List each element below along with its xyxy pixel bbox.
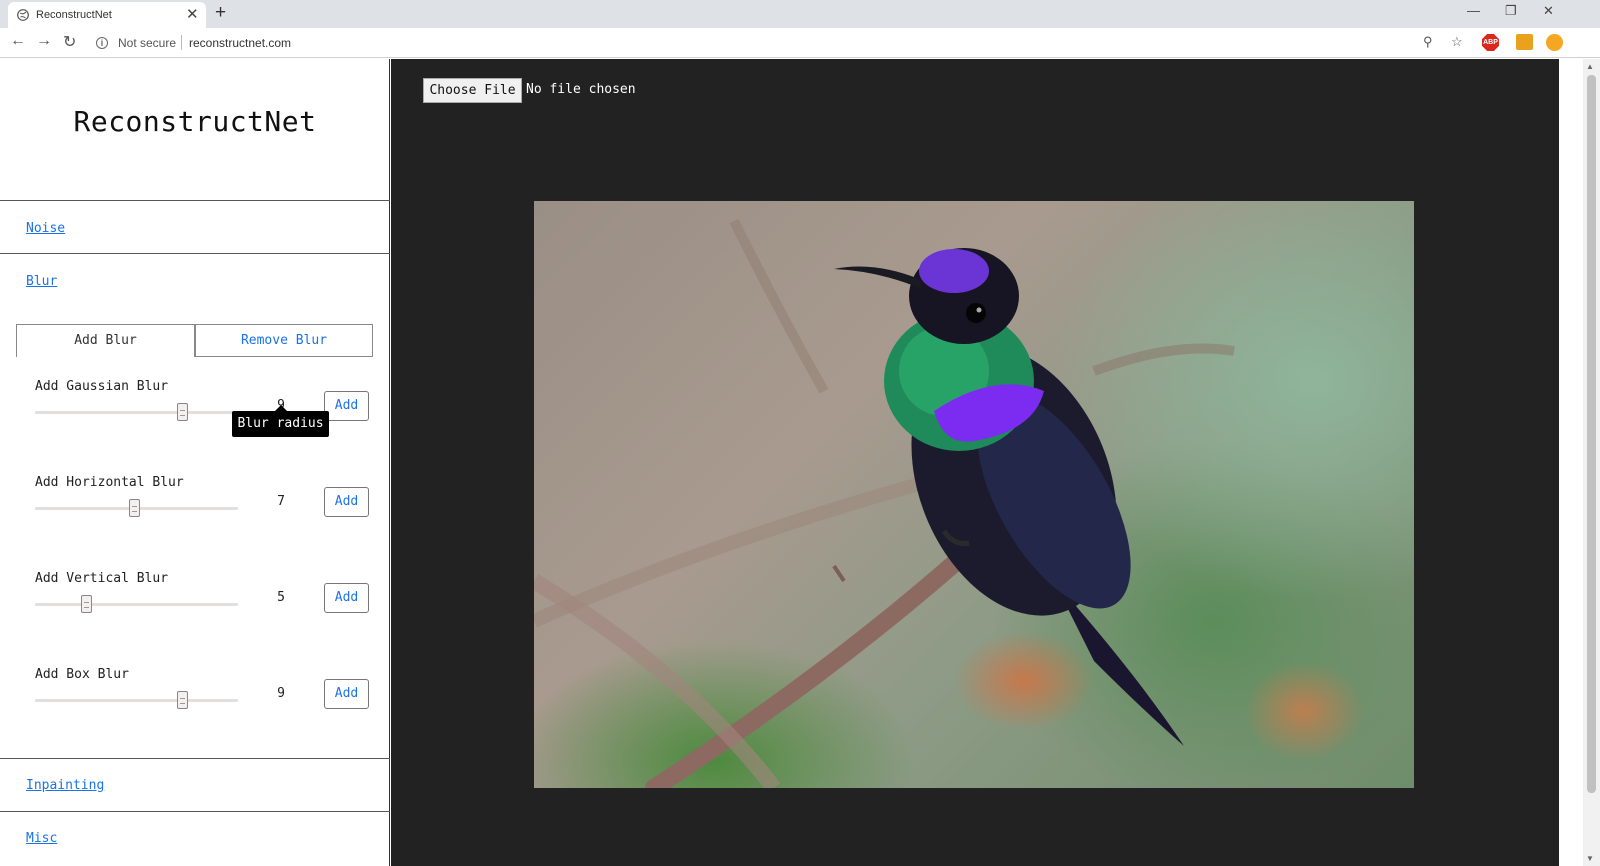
info-icon[interactable]: i [96,37,108,49]
section-link-blur[interactable]: Blur [26,274,57,289]
divider [0,758,390,759]
scroll-up-icon[interactable]: ▲ [1586,62,1594,71]
security-label[interactable]: Not secure [118,36,176,50]
forward-icon[interactable]: → [36,32,52,50]
minimize-icon[interactable]: — [1467,3,1480,18]
vertical-blur-slider-thumb[interactable] [81,595,92,613]
tab-add-blur[interactable]: Add Blur [16,324,195,357]
abp-icon[interactable]: ABP [1482,34,1499,51]
horizontal-blur-label: Add Horizontal Blur [35,475,184,490]
globe-icon [17,9,29,21]
scroll-down-icon[interactable]: ▼ [1586,854,1594,863]
window-close-icon[interactable]: ✕ [1543,3,1554,19]
tab-remove-blur[interactable]: Remove Blur [195,324,373,357]
url-separator [181,35,182,50]
add-gaussian-blur-button[interactable]: Add [324,391,369,421]
section-link-inpainting[interactable]: Inpainting [26,778,104,793]
box-blur-label: Add Box Blur [35,667,129,682]
tab-close-icon[interactable]: ✕ [186,5,199,23]
new-tab-icon[interactable]: + [215,2,226,24]
browser-tab[interactable]: ReconstructNet ✕ [8,2,206,28]
tab-title: ReconstructNet [36,9,112,21]
reload-icon[interactable]: ↻ [63,32,76,52]
page-scrollbar-thumb[interactable] [1587,75,1596,793]
horizontal-blur-value: 7 [277,494,285,509]
box-blur-slider[interactable] [35,699,238,702]
gaussian-blur-label: Add Gaussian Blur [35,379,169,394]
main-panel: Choose File No file chosen [391,59,1559,866]
horizontal-blur-slider-thumb[interactable] [129,499,140,517]
add-box-blur-button[interactable]: Add [324,679,369,709]
url-text[interactable]: reconstructnet.com [189,36,291,50]
choose-file-button[interactable]: Choose File [423,78,522,103]
divider [0,200,390,201]
divider [0,253,390,254]
puzzle-icon[interactable] [1516,34,1533,50]
hummingbird-illustration [534,218,1235,788]
back-icon[interactable]: ← [10,32,26,50]
vertical-blur-slider[interactable] [35,603,238,606]
browser-toolbar: ← → ↻ i Not secure reconstructnet.com ⚲ … [0,28,1600,58]
sidebar: ReconstructNet Noise Blur Add Blur Remov… [0,59,390,866]
gaussian-blur-slider[interactable] [35,411,238,414]
add-vertical-blur-button[interactable]: Add [324,583,369,613]
vertical-blur-value: 5 [277,590,285,605]
browser-tabstrip: ReconstructNet ✕ + — ❐ ✕ [0,0,1600,28]
file-status: No file chosen [526,82,636,97]
box-blur-value: 9 [277,686,285,701]
hummingbird-photo [534,201,1414,788]
star-icon[interactable]: ☆ [1451,34,1463,50]
blur-radius-tooltip: Blur radius [232,405,329,437]
section-link-misc[interactable]: Misc [26,831,57,846]
zoom-icon[interactable]: ⚲ [1423,34,1433,50]
section-link-noise[interactable]: Noise [26,221,65,236]
divider [0,811,390,812]
restore-icon[interactable]: ❐ [1505,3,1517,19]
vertical-blur-label: Add Vertical Blur [35,571,169,586]
profile-icon[interactable] [1546,34,1563,51]
box-blur-slider-thumb[interactable] [177,691,188,709]
add-horizontal-blur-button[interactable]: Add [324,487,369,517]
gaussian-blur-slider-thumb[interactable] [177,403,188,421]
app-title: ReconstructNet [73,105,317,138]
address-bar[interactable]: i Not secure reconstructnet.com [92,31,1457,55]
